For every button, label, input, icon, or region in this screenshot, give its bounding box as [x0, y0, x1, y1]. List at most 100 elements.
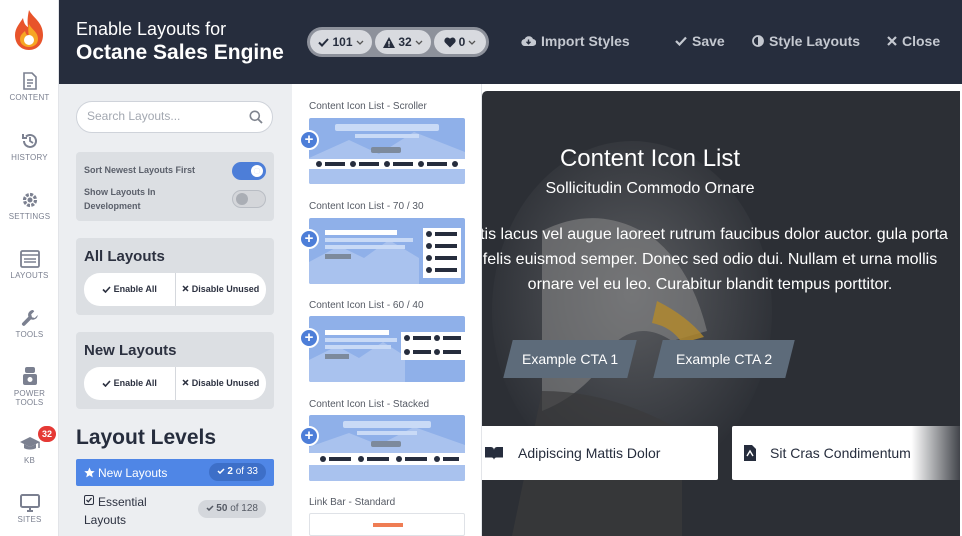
gear-icon: [22, 192, 37, 208]
level-enabled-count: 2: [227, 466, 233, 477]
rail-item-layouts[interactable]: LAYOUTS: [0, 250, 59, 280]
layouts-icon: [19, 250, 40, 268]
sort-options-card: Sort Newest Layouts First Show Layouts I…: [76, 152, 274, 221]
sort-newest-label: Sort Newest Layouts First: [84, 165, 196, 175]
example-cta-1-button[interactable]: Example CTA 1: [503, 340, 637, 378]
layout-preview-icon: [309, 421, 465, 481]
show-development-label: Show Layouts In Development: [84, 187, 156, 211]
rail-item-sites[interactable]: SITES: [0, 494, 59, 524]
chevron-down-icon: [415, 40, 423, 45]
level-count-badge: 50 of 128: [197, 500, 266, 518]
all-layouts-title: All Layouts: [84, 248, 165, 265]
rail-label: LAYOUTS: [10, 271, 49, 280]
rail-item-settings[interactable]: SETTINGS: [0, 191, 59, 221]
preview-body-text: ittis lacus vel augue laoreet rutrum fau…: [482, 226, 948, 293]
style-layouts-button[interactable]: Style Layouts: [752, 33, 860, 49]
layout-levels-heading: Layout Levels: [76, 426, 217, 449]
add-layout-button[interactable]: +: [299, 328, 319, 348]
warnings-count: 32: [398, 35, 412, 49]
rail-item-content[interactable]: CONTENT: [0, 72, 59, 102]
search-box: [76, 101, 273, 133]
sort-newest-toggle[interactable]: [232, 162, 266, 180]
wrench-icon: [21, 310, 38, 326]
add-layout-button[interactable]: +: [299, 130, 319, 150]
layout-thumbnail[interactable]: [309, 513, 465, 536]
disable-unused-button[interactable]: Disable Unused: [176, 367, 267, 400]
check-icon: [205, 505, 214, 512]
warnings-filter-button[interactable]: 32: [375, 30, 431, 54]
approved-filter-button[interactable]: 101: [310, 30, 372, 54]
disable-unused-label: Disable Unused: [191, 378, 260, 388]
rail-label: SETTINGS: [8, 212, 51, 221]
file-icon: [744, 445, 756, 461]
import-styles-label: Import Styles: [541, 33, 630, 49]
favorites-filter-button[interactable]: 0: [434, 30, 486, 54]
level-label: Essential Layouts: [84, 495, 147, 527]
status-filter-group: 101 32 0: [307, 27, 489, 57]
left-rail: CONTENT HISTORY SETTINGS LAYOUTS TOOLS P…: [0, 0, 59, 536]
layout-preview-icon: [309, 124, 465, 184]
show-development-toggle[interactable]: [232, 190, 266, 208]
enable-all-label: Enable All: [113, 378, 157, 388]
level-label: New Layouts: [98, 466, 168, 480]
document-icon: [22, 72, 37, 90]
layout-thumbnail[interactable]: [309, 415, 465, 481]
search-input[interactable]: [87, 109, 247, 123]
style-layouts-label: Style Layouts: [769, 33, 861, 49]
close-icon: [887, 36, 897, 46]
flame-logo-icon: [15, 10, 43, 50]
monitor-icon: [19, 494, 40, 512]
add-layout-button[interactable]: +: [299, 426, 319, 446]
preview-subtitle: Sollicitudin Commodo Ornare: [545, 180, 755, 197]
enable-all-button[interactable]: Enable All: [84, 367, 176, 400]
rail-item-history[interactable]: HISTORY: [0, 132, 59, 162]
layout-preview: Content Icon List Sollicitudin Commodo O…: [482, 91, 960, 536]
add-layout-button[interactable]: +: [299, 229, 319, 249]
layout-list: Content Icon List - Scroller + Content I…: [292, 84, 482, 536]
power-tools-icon: [22, 367, 37, 385]
import-styles-button[interactable]: Import Styles: [521, 33, 630, 49]
new-layouts-card: New Layouts Enable All Disable Unused: [76, 332, 274, 409]
level-item-essential-layouts[interactable]: Essential Layouts 50 of 128: [76, 492, 274, 528]
kb-notification-badge: 32: [38, 426, 56, 442]
layout-thumbnail[interactable]: [309, 118, 465, 184]
rail-label: SITES: [17, 515, 42, 524]
disable-unused-button[interactable]: Disable Unused: [176, 273, 267, 306]
layout-item-label: Content Icon List - Stacked: [309, 399, 430, 410]
search-icon[interactable]: [249, 110, 263, 124]
rail-label: HISTORY: [11, 153, 48, 162]
example-cta-2-button[interactable]: Example CTA 2: [653, 340, 795, 378]
level-total: of 33: [235, 466, 258, 477]
check-icon: [102, 286, 111, 293]
rail-label: KB: [23, 456, 36, 465]
layout-preview-icon: [309, 330, 465, 382]
preview-title: Content Icon List: [559, 145, 741, 172]
level-enabled-count: 50: [216, 503, 228, 514]
rail-item-power-tools[interactable]: POWER TOOLS: [0, 366, 59, 407]
layout-thumbnail[interactable]: [309, 316, 465, 382]
save-label: Save: [692, 33, 725, 49]
chevron-down-icon: [356, 40, 363, 45]
level-item-new-layouts[interactable]: New Layouts 2 of 33: [76, 459, 274, 486]
enable-all-button[interactable]: Enable All: [84, 273, 176, 306]
rail-item-tools[interactable]: TOOLS: [0, 309, 59, 339]
contrast-icon: [752, 35, 764, 47]
layout-item-label: Content Icon List - 60 / 40: [309, 300, 424, 311]
new-layouts-actions: Enable All Disable Unused: [84, 367, 266, 400]
disable-unused-label: Disable Unused: [191, 284, 260, 294]
approved-count: 101: [332, 35, 353, 49]
layout-item-label: Content Icon List - 70 / 30: [309, 201, 424, 212]
icon-list-card: Sit Cras Condimentum: [732, 426, 960, 480]
icon-list-item-label: Adipiscing Mattis Dolor: [518, 445, 661, 461]
layout-preview-icon: [309, 228, 461, 284]
level-total: of 128: [230, 503, 258, 514]
save-button[interactable]: Save: [675, 33, 725, 49]
chevron-down-icon: [468, 40, 476, 45]
top-header: Enable Layouts for Octane Sales Engine 1…: [59, 0, 962, 84]
close-button[interactable]: Close: [887, 33, 940, 49]
check-icon: [102, 380, 111, 387]
layout-item-label: Content Icon List - Scroller: [309, 101, 427, 112]
close-icon: [182, 285, 189, 292]
layout-thumbnail[interactable]: [309, 218, 465, 284]
level-count-badge: 2 of 33: [208, 463, 266, 481]
